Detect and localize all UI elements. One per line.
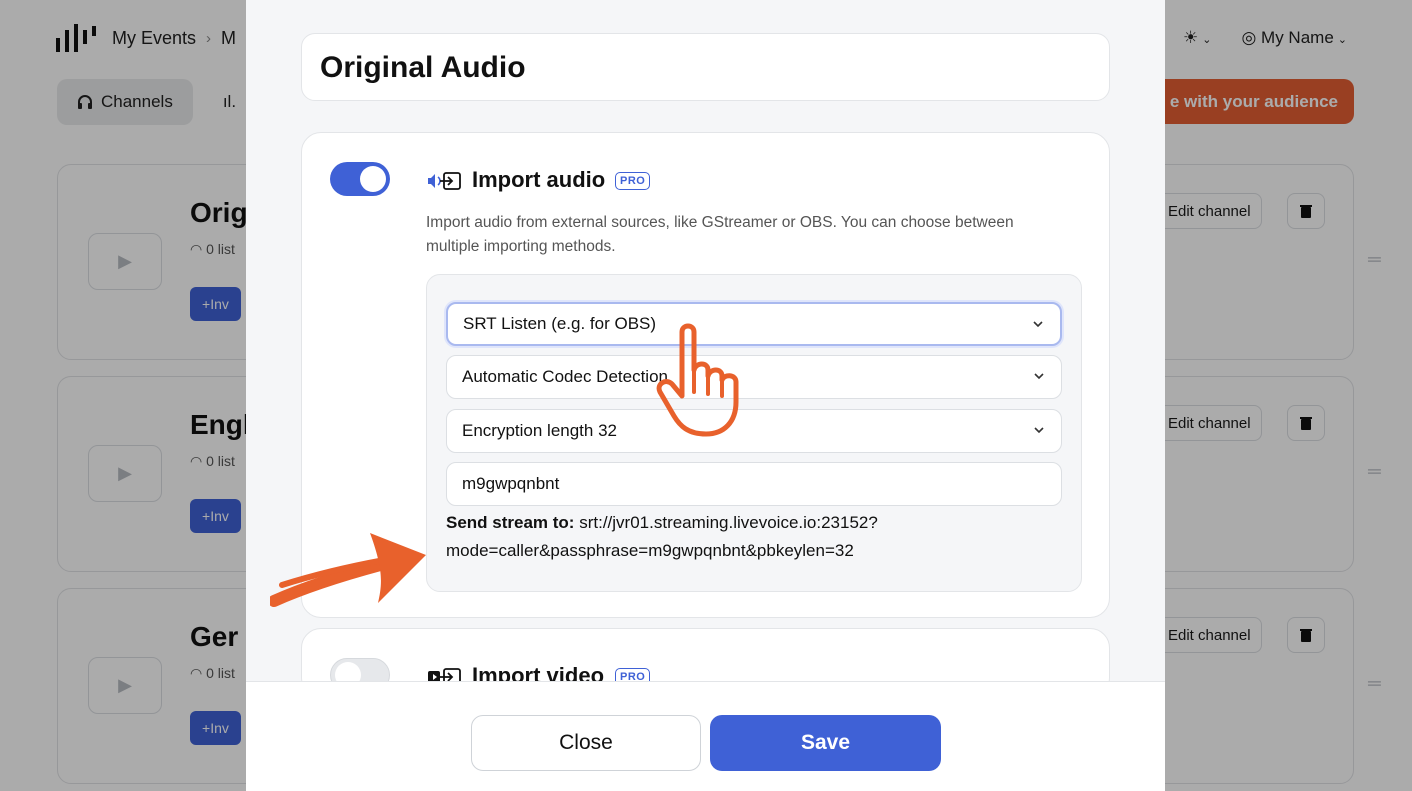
stream-destination: Send stream to: srt://jvr01.streaming.li… bbox=[446, 509, 1046, 565]
import-method-value: SRT Listen (e.g. for OBS) bbox=[463, 314, 657, 333]
stream-label: Send stream to: bbox=[446, 513, 575, 532]
import-method-select[interactable]: SRT Listen (e.g. for OBS) bbox=[446, 302, 1062, 346]
passphrase-field[interactable]: m9gwpqnbnt bbox=[446, 462, 1062, 506]
passphrase-value: m9gwpqnbnt bbox=[462, 474, 560, 493]
codec-select[interactable]: Automatic Codec Detection bbox=[446, 355, 1062, 399]
channel-settings-modal: Original Audio Import audio PRO Import a… bbox=[246, 0, 1165, 791]
toggle-knob bbox=[360, 166, 386, 192]
close-button[interactable]: Close bbox=[471, 715, 701, 771]
import-audio-title: Import audio bbox=[472, 167, 606, 192]
modal-title: Original Audio bbox=[320, 51, 526, 84]
import-audio-icon bbox=[428, 172, 461, 190]
import-audio-section: Import audio PRO Import audio from exter… bbox=[301, 132, 1110, 618]
codec-value: Automatic Codec Detection bbox=[462, 367, 668, 386]
modal-footer: Close Save bbox=[246, 681, 1165, 791]
chevron-down-icon bbox=[1034, 427, 1044, 434]
chevron-down-icon bbox=[1033, 321, 1043, 328]
import-settings-panel: SRT Listen (e.g. for OBS) Automatic Code… bbox=[426, 274, 1082, 592]
encryption-value: Encryption length 32 bbox=[462, 421, 617, 440]
pro-badge: PRO bbox=[615, 172, 651, 190]
chevron-down-icon bbox=[1034, 373, 1044, 380]
modal-header: Original Audio bbox=[301, 33, 1110, 101]
import-audio-description: Import audio from external sources, like… bbox=[426, 214, 1014, 255]
save-button[interactable]: Save bbox=[710, 715, 941, 771]
import-audio-toggle[interactable] bbox=[330, 162, 390, 196]
encryption-select[interactable]: Encryption length 32 bbox=[446, 409, 1062, 453]
